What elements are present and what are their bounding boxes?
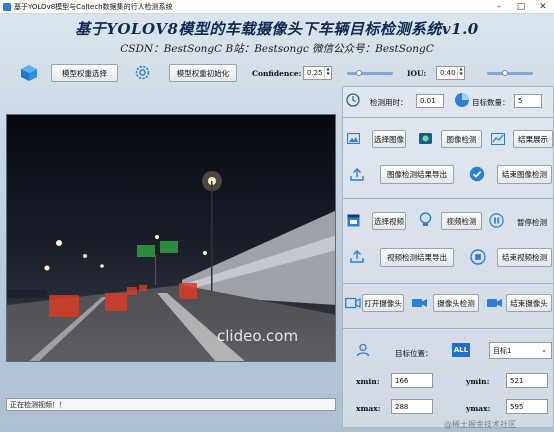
camera-outline-icon: [345, 297, 361, 309]
show-result-button[interactable]: 结果展示: [513, 130, 553, 148]
model-weight-init-button[interactable]: 模型权重初始化: [169, 64, 237, 82]
end-camera-button[interactable]: 结束摄像头: [506, 294, 552, 312]
confidence-value: 0.25: [307, 69, 323, 77]
video-file-icon: [347, 214, 360, 227]
iou-spinbox[interactable]: 0.40 ▲ ▼: [436, 66, 465, 80]
cube-icon: [21, 65, 37, 81]
model-weight-select-button[interactable]: 模型权重选择: [51, 64, 118, 82]
target-count-field: 5: [514, 94, 542, 108]
divider: [343, 198, 554, 199]
ymin-label: ymin:: [466, 377, 490, 386]
ymin-field: 521: [506, 373, 548, 388]
xmax-field: 288: [391, 399, 433, 414]
iou-slider-thumb[interactable]: [502, 70, 509, 76]
lightbulb-icon: [419, 212, 432, 226]
image-icon: [347, 133, 360, 144]
detect-time-field: 0.01: [416, 94, 444, 108]
target-select[interactable]: 目标1 ⌄: [489, 342, 552, 359]
confidence-slider[interactable]: [347, 70, 393, 76]
confidence-label: Confidence:: [252, 69, 302, 78]
check-circle-icon: [469, 166, 485, 182]
app-icon: [3, 3, 11, 11]
pause-detect-label[interactable]: 暂停检测: [517, 217, 547, 228]
pause-icon: [489, 213, 504, 228]
close-button[interactable]: ✕: [532, 0, 554, 14]
divider: [343, 117, 554, 118]
clock-icon: [346, 93, 360, 107]
spin-arrows-icon[interactable]: ▲ ▼: [457, 66, 464, 79]
camera-icon: [412, 299, 427, 307]
ymax-field: 595: [506, 399, 548, 414]
export-image-result-button[interactable]: 图像检测结果导出: [380, 165, 454, 184]
iou-value: 0.40: [440, 69, 456, 77]
road-scene-image: [7, 115, 335, 361]
camera-detect-button[interactable]: 摄像头检测: [433, 294, 479, 312]
target-select-value: 目标1: [493, 346, 512, 355]
end-image-detect-button[interactable]: 结束图像检测: [497, 165, 552, 184]
camera-off-icon: [487, 299, 502, 307]
target-count-label: 目标数量：: [472, 98, 510, 107]
chevron-down-icon[interactable]: ⌄: [541, 346, 547, 354]
xmax-label: xmax:: [356, 404, 381, 413]
line-chart-icon: [491, 133, 505, 145]
page-title: 基于YOLOV8模型的车载摄像头下车辆目标检测系统v1.0: [75, 20, 479, 38]
export-video-result-button[interactable]: 视频检测结果导出: [380, 248, 454, 267]
end-video-detect-button[interactable]: 结束视频检测: [497, 248, 552, 267]
xmin-label: xmin:: [356, 377, 380, 386]
select-image-button[interactable]: 选择图像: [372, 130, 406, 148]
minimize-button[interactable]: –: [488, 0, 510, 14]
confidence-spinbox[interactable]: 0.25 ▲ ▼: [303, 66, 332, 80]
window-title: 基于YOLOv8模型与Caltech数据集的行人检测系统: [14, 3, 173, 11]
status-bar: 正在检测视频！！: [6, 398, 336, 411]
iou-label: IOU:: [407, 69, 427, 78]
gear-icon: [135, 65, 150, 80]
target-position-label: 目标位置：: [395, 349, 433, 358]
divider: [343, 328, 554, 329]
divider: [343, 283, 554, 284]
xmin-field: 166: [391, 373, 433, 388]
confidence-slider-thumb[interactable]: [355, 70, 362, 76]
stop-icon: [470, 249, 486, 265]
window-titlebar: 基于YOLOv8模型与Caltech数据集的行人检测系统 – □ ✕: [0, 0, 554, 14]
video-detect-button[interactable]: 视频检测: [441, 212, 482, 230]
detect-time-label: 检测用时：: [370, 98, 408, 107]
user-icon: [356, 343, 370, 357]
image-detect-icon: [419, 133, 432, 144]
footer-watermark: @稀土掘金技术社区: [444, 420, 516, 429]
upload-icon: [350, 250, 364, 263]
open-camera-button[interactable]: 打开摄像头: [362, 294, 404, 312]
video-display: clideo.com: [6, 114, 336, 362]
spin-arrows-icon[interactable]: ▲ ▼: [324, 66, 331, 79]
ymax-label: ymax:: [466, 404, 491, 413]
all-badge: ALL: [452, 343, 470, 357]
upload-icon: [350, 168, 364, 181]
select-video-button[interactable]: 选择视频: [372, 212, 406, 230]
image-detect-button[interactable]: 图像检测: [441, 130, 482, 148]
video-watermark: clideo.com: [217, 327, 299, 345]
iou-slider[interactable]: [487, 70, 533, 76]
pie-chart-icon: [455, 93, 469, 107]
maximize-button[interactable]: □: [510, 0, 532, 14]
page-subtitle: CSDN：BestSongC B站：Bestsongc 微信公众号：BestSo…: [120, 43, 434, 55]
